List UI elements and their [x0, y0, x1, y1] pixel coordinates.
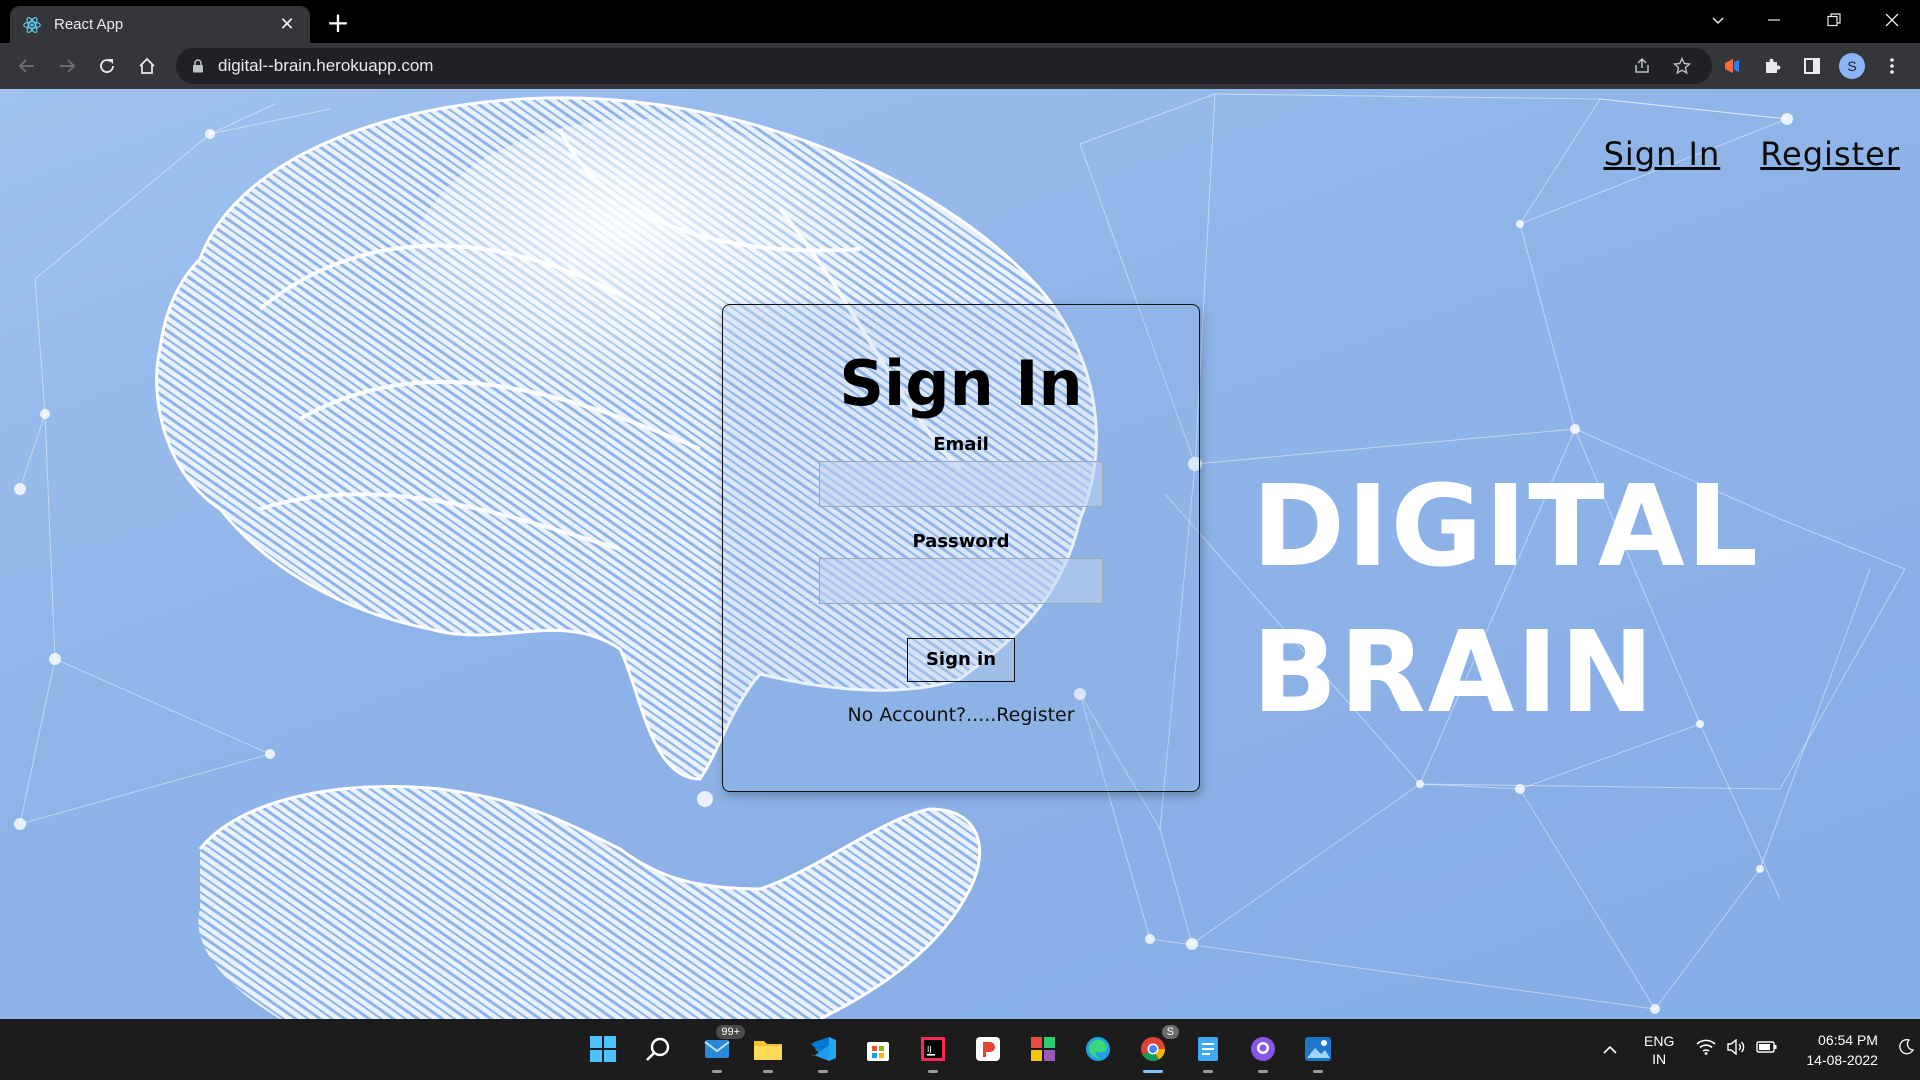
forward-button[interactable]	[51, 50, 83, 82]
github-app[interactable]	[1243, 1029, 1283, 1073]
running-indicator	[818, 1070, 828, 1073]
signin-button[interactable]: Sign in	[907, 638, 1015, 682]
language-indicator[interactable]: ENG IN	[1644, 1032, 1674, 1068]
clock[interactable]: 06:54 PM 14-08-2022	[1806, 1030, 1878, 1070]
store-icon	[867, 1042, 889, 1061]
close-window-button[interactable]	[1864, 0, 1920, 40]
avatar: S	[1839, 53, 1865, 79]
top-nav: Sign In Register	[1604, 135, 1900, 173]
office-icon	[1031, 1037, 1055, 1061]
side-panel-icon[interactable]	[1796, 50, 1828, 82]
hero-line-1: DIGITAL	[1252, 462, 1760, 592]
battery-icon[interactable]	[1756, 1040, 1778, 1059]
presentation-icon	[976, 1037, 1000, 1061]
restore-button[interactable]	[1806, 0, 1862, 40]
react-icon	[22, 15, 42, 35]
running-indicator	[1258, 1070, 1268, 1073]
running-indicator	[1143, 1070, 1163, 1073]
minimize-button[interactable]	[1746, 0, 1802, 40]
github-icon	[1251, 1037, 1275, 1061]
close-tab-icon[interactable]: ✕	[276, 14, 298, 35]
svg-text:IJ: IJ	[927, 1045, 932, 1054]
running-indicator	[928, 1070, 938, 1073]
notepad-app[interactable]	[1188, 1029, 1228, 1073]
language-region: IN	[1652, 1050, 1667, 1067]
vscode-app[interactable]	[803, 1029, 843, 1073]
browser-toolbar: digital--brain.herokuapp.com S	[0, 43, 1920, 89]
reload-button[interactable]	[91, 50, 123, 82]
mail-icon	[704, 1040, 730, 1058]
wifi-icon[interactable]	[1696, 1039, 1716, 1060]
windows-taskbar: 99+ IJ S ENG IN 06:54 PM 14-08-2022	[0, 1019, 1920, 1080]
running-indicator	[1203, 1070, 1213, 1073]
language-code: ENG	[1644, 1032, 1675, 1049]
nav-signin-link[interactable]: Sign In	[1604, 135, 1721, 173]
focus-moon-icon[interactable]	[1898, 1039, 1915, 1060]
tab-title: React App	[54, 16, 124, 33]
folder-icon	[754, 1041, 782, 1060]
extension-icon[interactable]	[1716, 50, 1748, 82]
hero-title: DIGITAL BRAIN	[1252, 454, 1760, 746]
email-field[interactable]	[819, 461, 1103, 507]
nav-register-link[interactable]: Register	[1760, 135, 1900, 173]
clock-date: 14-08-2022	[1806, 1051, 1878, 1068]
running-indicator	[763, 1070, 773, 1073]
new-tab-button[interactable]: +	[322, 6, 354, 39]
intellij-icon: IJ	[921, 1037, 945, 1061]
extensions-puzzle-icon[interactable]	[1756, 50, 1788, 82]
signin-form: Sign In Email Password Sign in No Accoun…	[722, 304, 1200, 792]
chevron-up-icon[interactable]	[1600, 1045, 1620, 1055]
tab-search-icon[interactable]	[1690, 0, 1746, 40]
web-page: Sign In Register DIGITAL BRAIN Sign In E…	[0, 89, 1920, 1019]
chrome-app[interactable]: S	[1133, 1025, 1179, 1073]
profile-button[interactable]: S	[1836, 50, 1868, 82]
running-indicator	[712, 1070, 722, 1073]
presentation-app[interactable]	[968, 1029, 1008, 1069]
email-label: Email	[933, 434, 989, 455]
mail-badge: 99+	[716, 1025, 745, 1039]
password-label: Password	[912, 531, 1010, 552]
photos-icon	[1305, 1037, 1331, 1061]
intellij-app[interactable]: IJ	[913, 1029, 953, 1073]
share-icon[interactable]	[1628, 52, 1656, 80]
menu-kebab-icon[interactable]	[1876, 50, 1908, 82]
start-button[interactable]	[583, 1029, 623, 1069]
windows-icon	[590, 1036, 616, 1062]
url-text[interactable]: digital--brain.herokuapp.com	[218, 56, 433, 76]
hand-illustration	[198, 785, 982, 1019]
chrome-profile-badge: S	[1161, 1025, 1179, 1039]
address-bar[interactable]: digital--brain.herokuapp.com	[176, 48, 1712, 84]
volume-icon[interactable]	[1726, 1038, 1746, 1060]
vscode-icon	[811, 1037, 836, 1061]
photos-app[interactable]	[1298, 1029, 1338, 1073]
bookmark-star-icon[interactable]	[1668, 52, 1696, 80]
lock-icon[interactable]	[190, 58, 206, 74]
home-button[interactable]	[131, 50, 163, 82]
tab-react-app[interactable]: React App ✕	[10, 6, 310, 43]
password-field[interactable]	[819, 558, 1103, 604]
edge-app[interactable]	[1078, 1029, 1118, 1069]
clock-time: 06:54 PM	[1818, 1031, 1878, 1048]
form-title: Sign In	[839, 347, 1083, 420]
search-icon	[646, 1037, 670, 1061]
edge-icon	[1086, 1037, 1110, 1061]
running-indicator	[1313, 1070, 1323, 1073]
tab-strip: React App ✕ +	[0, 0, 1920, 43]
store-app[interactable]	[858, 1029, 898, 1069]
back-button[interactable]	[11, 50, 43, 82]
system-tray: ENG IN 06:54 PM 14-08-2022	[1600, 1019, 1915, 1080]
notepad-icon	[1198, 1037, 1218, 1061]
chrome-icon	[1141, 1037, 1165, 1062]
hero-line-2: BRAIN	[1252, 608, 1656, 738]
mail-app[interactable]: 99+	[697, 1025, 745, 1073]
office-app[interactable]	[1023, 1029, 1063, 1069]
search-button[interactable]	[638, 1029, 678, 1069]
register-link[interactable]: No Account?.....Register	[723, 704, 1199, 726]
file-explorer-app[interactable]	[748, 1029, 788, 1073]
